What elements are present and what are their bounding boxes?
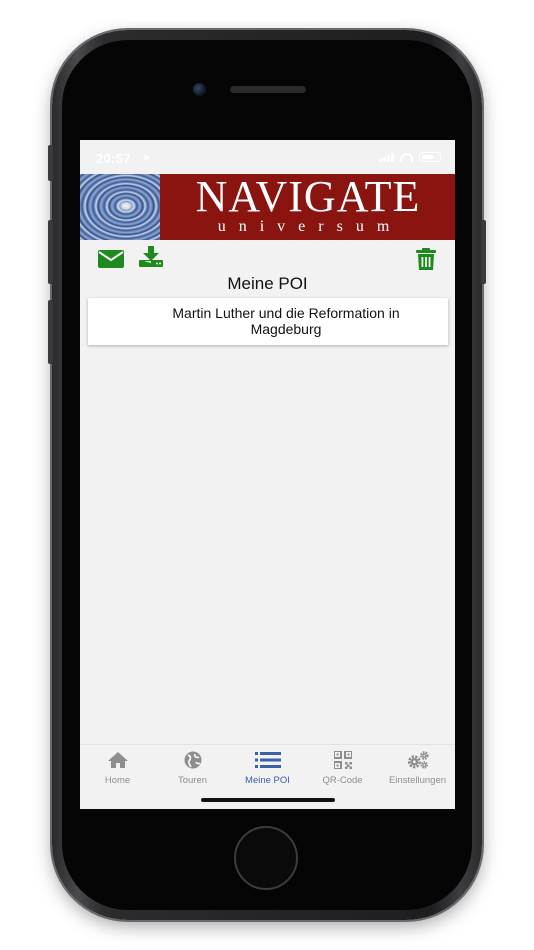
tab-touren[interactable]: Touren	[155, 745, 230, 794]
tab-einstellungen[interactable]: Einstellungen	[380, 745, 455, 794]
tab-qr-code-label: QR-Code	[322, 775, 363, 786]
globe-icon	[184, 751, 201, 769]
signal-icon	[379, 152, 394, 162]
tab-home-label: Home	[104, 775, 131, 786]
tab-touren-label: Touren	[177, 775, 208, 786]
silent-switch	[48, 145, 53, 181]
poi-list-item[interactable]: Martin Luther und die Reformation in Mag…	[88, 298, 448, 345]
front-camera	[193, 83, 206, 96]
page-title: Meine POI	[227, 274, 308, 293]
download-icon[interactable]	[138, 246, 164, 268]
tab-home[interactable]: Home	[80, 745, 155, 794]
bottom-tab-bar: Home Touren Meine POI QR-Code Einstellun…	[80, 744, 455, 794]
wifi-icon	[400, 152, 413, 162]
app-banner: NAVIGATE universum	[80, 174, 455, 240]
gears-icon	[407, 751, 429, 769]
tab-einstellungen-label: Einstellungen	[388, 775, 447, 786]
tab-meine-poi-label: Meine POI	[245, 775, 290, 786]
qr-code-icon	[333, 751, 352, 769]
banner-subtitle: universum	[217, 218, 403, 235]
tab-meine-poi[interactable]: Meine POI	[230, 745, 305, 794]
status-time: 20:57	[96, 151, 131, 166]
earpiece-speaker	[230, 86, 306, 93]
app-screen: 20:57 ➤ NAVIGATE universum Meine POI Mar…	[80, 140, 455, 809]
home-indicator[interactable]	[201, 798, 335, 802]
home-icon	[107, 752, 128, 768]
tab-qr-code[interactable]: QR-Code	[305, 745, 380, 794]
mail-icon[interactable]	[98, 250, 124, 268]
location-arrow-icon: ➤	[142, 152, 152, 164]
banner-title: NAVIGATE	[195, 174, 421, 221]
home-button[interactable]	[234, 826, 298, 890]
status-icons	[379, 152, 441, 162]
trash-icon[interactable]	[416, 248, 436, 270]
battery-icon	[419, 152, 441, 162]
power-button	[481, 220, 486, 284]
list-icon	[254, 752, 281, 768]
volume-down-button	[48, 300, 53, 364]
galaxy-logo-icon	[80, 174, 160, 240]
status-bar: 20:57 ➤	[80, 140, 455, 174]
volume-up-button	[48, 220, 53, 284]
